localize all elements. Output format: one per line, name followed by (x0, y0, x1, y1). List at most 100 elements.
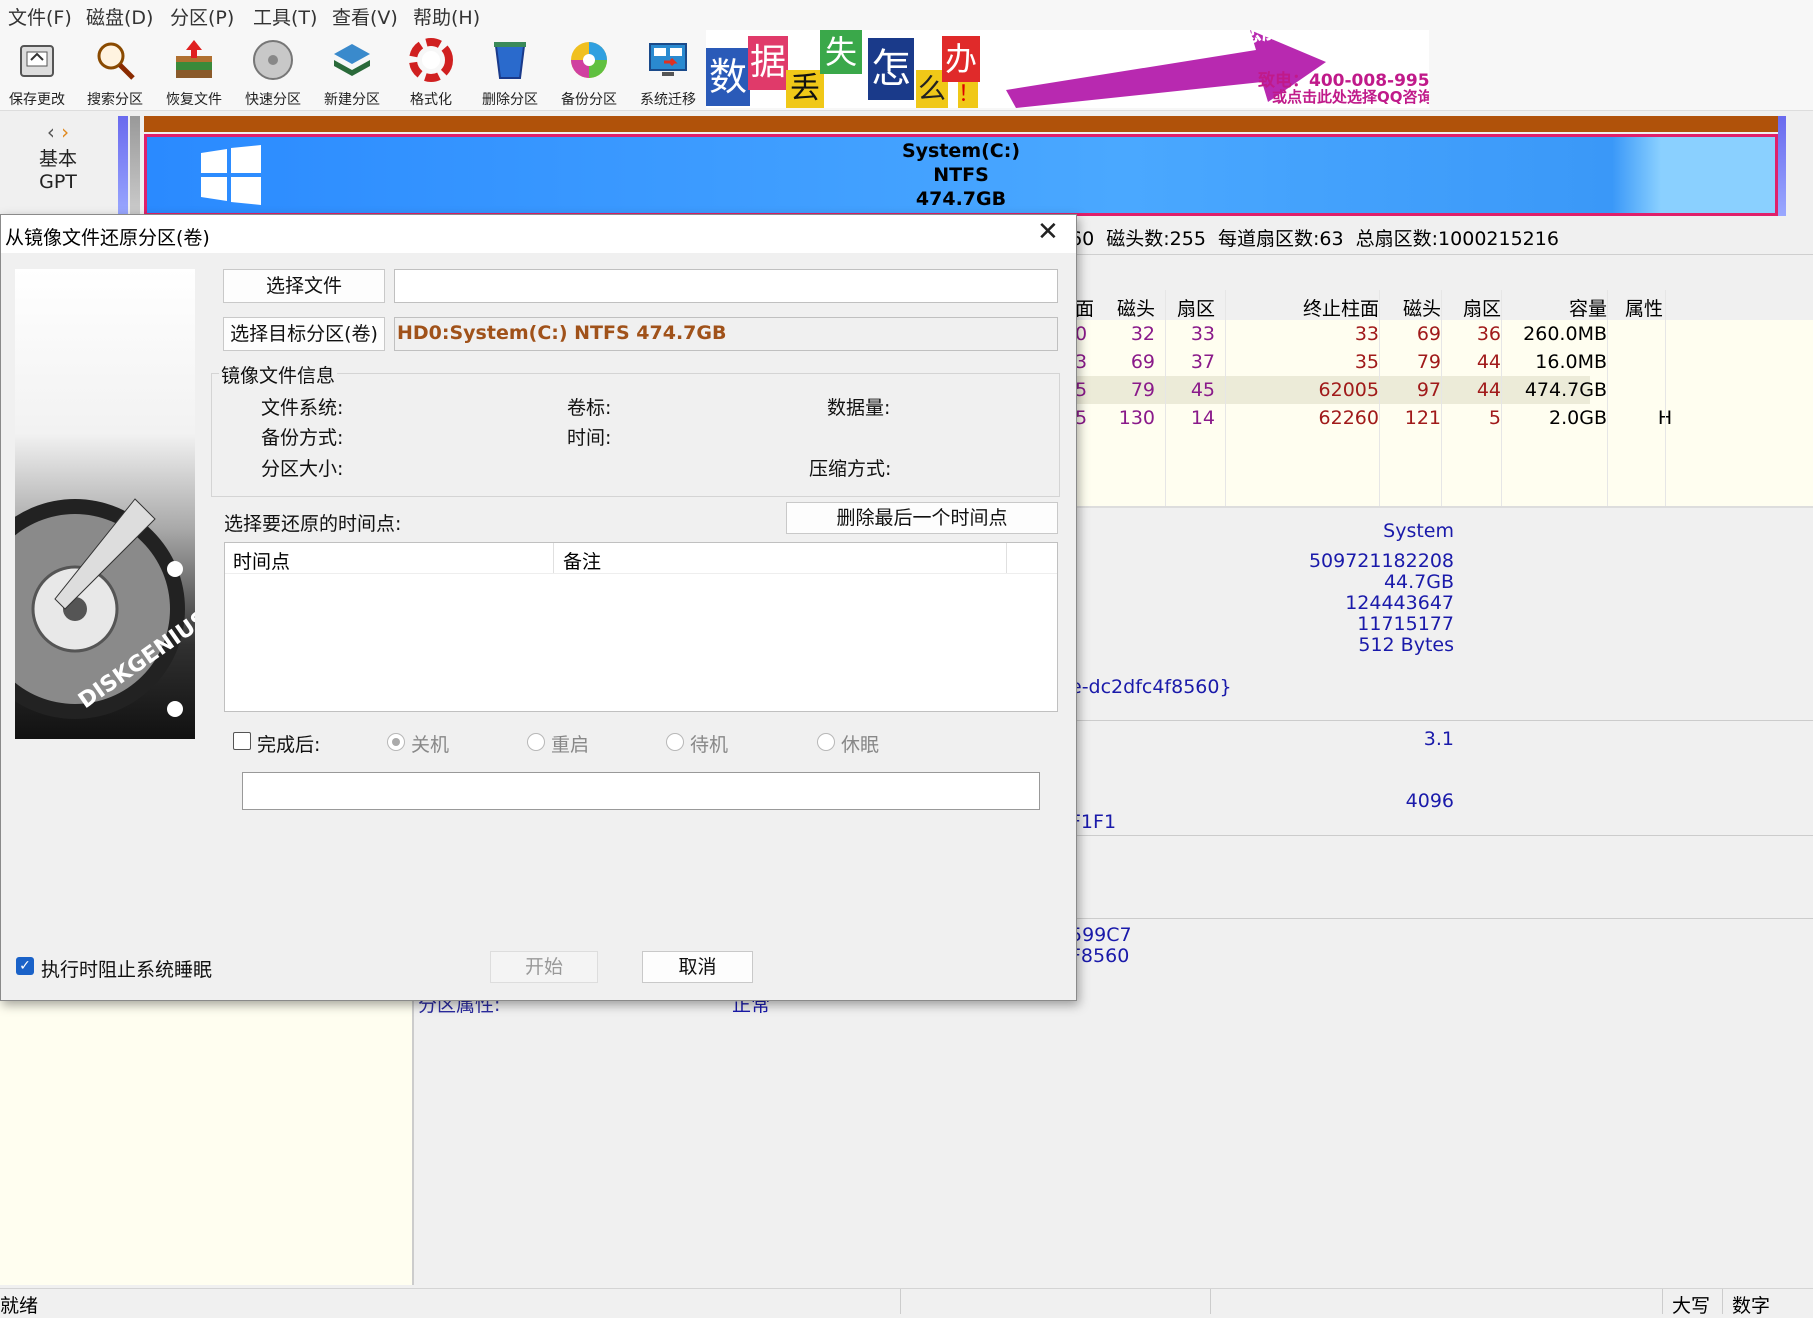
dialog-title: 从镜像文件还原分区(卷) (5, 227, 210, 249)
banner-char: 办 (942, 36, 980, 82)
menu-help[interactable]: 帮助(H) (413, 3, 480, 30)
divider (900, 1289, 901, 1314)
diskgenius-side-image: DISKGENIUS (0, 269, 214, 739)
partition-segment[interactable] (118, 116, 128, 216)
banner-char: 据 (748, 36, 788, 90)
trash-icon (494, 42, 526, 79)
menu-partition[interactable]: 分区(P) (170, 3, 234, 30)
col-time-header[interactable]: 时间点 (233, 547, 290, 574)
table-cell: 44 (1476, 379, 1501, 401)
disk-tree-pane[interactable] (0, 999, 414, 1285)
menu-disk[interactable]: 磁盘(D) (86, 3, 153, 30)
tool-label: 恢复文件 (166, 92, 222, 108)
restore-points-list[interactable]: 时间点 备注 (224, 542, 1058, 712)
new-partition-button[interactable]: 新建分区 (315, 36, 389, 110)
select-target-partition-button[interactable]: 选择目标分区(卷) (223, 317, 385, 351)
compression-label: 压缩方式: (809, 458, 892, 480)
search-icon (97, 42, 135, 80)
progress-bar (242, 772, 1040, 810)
col-header: 磁头 (1116, 298, 1155, 320)
disk-type-basic: 基本 (38, 148, 77, 170)
menu-tools[interactable]: 工具(T) (253, 3, 317, 30)
table-cell: 79 (1130, 379, 1155, 401)
table-cell: 97 (1416, 379, 1441, 401)
select-file-button[interactable]: 选择文件 (223, 269, 385, 303)
delete-last-point-button[interactable]: 删除最后一个时间点 (786, 502, 1058, 534)
save-changes-button[interactable]: 保存更改 (0, 36, 74, 110)
close-icon[interactable]: ✕ (1037, 217, 1059, 247)
hibernate-radio[interactable] (817, 733, 835, 751)
table-cell: 260.0MB (1523, 323, 1607, 345)
info-label-system: System (1383, 520, 1454, 542)
prevent-sleep-checkbox[interactable]: ✓ (16, 957, 34, 975)
table-cell: 62260 (1318, 407, 1379, 429)
system-migration-button[interactable]: 系统迁移 (631, 36, 705, 110)
chevron-right-icon[interactable]: › (61, 120, 69, 144)
table-row[interactable]: 0 32 33 33 69 36 260.0MB (1075, 320, 1813, 348)
table-cell: 16.0MB (1535, 351, 1607, 373)
standby-radio[interactable] (666, 733, 684, 751)
grid-line (1607, 290, 1608, 506)
info-total-clusters: 124443647 (1345, 592, 1454, 614)
format-button[interactable]: 格式化 (394, 36, 468, 110)
info-free-clusters: 11715177 (1357, 613, 1454, 635)
partition-segment[interactable] (1778, 116, 1786, 216)
cancel-button[interactable]: 取消 (642, 951, 753, 983)
restore-from-image-dialog: 从镜像文件还原分区(卷) ✕ DISKGENIUS 选择文件 选择目标分区(卷)… (0, 214, 1077, 1001)
divider (1075, 835, 1813, 836)
status-caps: 大写 (1672, 1295, 1711, 1317)
ad-banner[interactable]: 数 据 丢 失 怎 么 办 ！ DiskGenius 团队为您服务 致电：400… (706, 30, 1429, 108)
data-size-label: 数据量: (827, 397, 891, 419)
partition-used-strip (144, 116, 1778, 132)
menu-file[interactable]: 文件(F) (8, 3, 72, 30)
search-partition-button[interactable]: 搜索分区 (78, 36, 152, 110)
restart-radio[interactable] (527, 733, 545, 751)
partition-label: System(C:) NTFS 474.7GB (147, 139, 1775, 211)
info-total-bytes: 509721182208 (1308, 550, 1454, 572)
banner-char: 数 (706, 48, 750, 106)
disk-type-gpt: GPT (39, 171, 77, 193)
grid-line (1501, 290, 1502, 506)
grid-line (1665, 290, 1666, 506)
image-info-group-title: 镜像文件信息 (219, 361, 338, 388)
tool-label: 搜索分区 (87, 92, 143, 108)
table-cell: 33 (1190, 323, 1215, 345)
table-cell: 35 (1354, 351, 1379, 373)
tool-label: 新建分区 (324, 92, 380, 108)
table-cell: 130 (1118, 407, 1155, 429)
delete-partition-button[interactable]: 删除分区 (473, 36, 547, 110)
tool-label: 备份分区 (561, 92, 617, 108)
divider (1075, 506, 1813, 508)
banner-char: 丢 (786, 70, 824, 108)
table-cell: 2.0GB (1549, 407, 1607, 429)
disk-nav-arrows[interactable]: ‹ › (30, 120, 86, 144)
hard-drive-icon: DISKGENIUS (0, 498, 214, 719)
menu-view[interactable]: 查看(V) (332, 3, 398, 30)
after-completion-checkbox[interactable] (233, 732, 251, 750)
partition-system-c[interactable]: System(C:) NTFS 474.7GB (144, 134, 1778, 216)
info-free-space: 44.7GB (1383, 571, 1454, 593)
table-row[interactable]: 5 79 45 62005 97 44 474.7GB (1075, 376, 1813, 404)
table-cell: 474.7GB (1524, 379, 1607, 401)
start-button[interactable]: 开始 (490, 951, 598, 983)
divider (1006, 543, 1007, 573)
time-label: 时间: (567, 427, 612, 449)
recover-files-button[interactable]: 恢复文件 (157, 36, 231, 110)
chevron-left-icon[interactable]: ‹ (47, 120, 55, 144)
banner-qq: 或点击此处选择QQ咨询 (1272, 88, 1429, 106)
table-row[interactable]: 3 69 37 35 79 44 16.0MB (1075, 348, 1813, 376)
col-note-header[interactable]: 备注 (563, 547, 601, 574)
table-cell: 62005 (1318, 379, 1379, 401)
table-row[interactable]: 5130146226012152.0GBH (1075, 404, 1813, 432)
shutdown-radio[interactable] (387, 733, 405, 751)
hibernate-label: 休眠 (841, 734, 880, 756)
table-cell: 32 (1130, 323, 1155, 345)
image-file-path-field[interactable] (394, 269, 1058, 303)
lifebuoy-icon (409, 38, 453, 82)
banner-char: ！ (958, 82, 981, 108)
partition-segment[interactable] (130, 116, 140, 216)
tool-label: 快速分区 (245, 92, 301, 108)
quick-partition-button[interactable]: 快速分区 (236, 36, 310, 110)
backup-partition-button[interactable]: 备份分区 (552, 36, 626, 110)
dialog-titlebar: 从镜像文件还原分区(卷) ✕ (1, 215, 1076, 253)
